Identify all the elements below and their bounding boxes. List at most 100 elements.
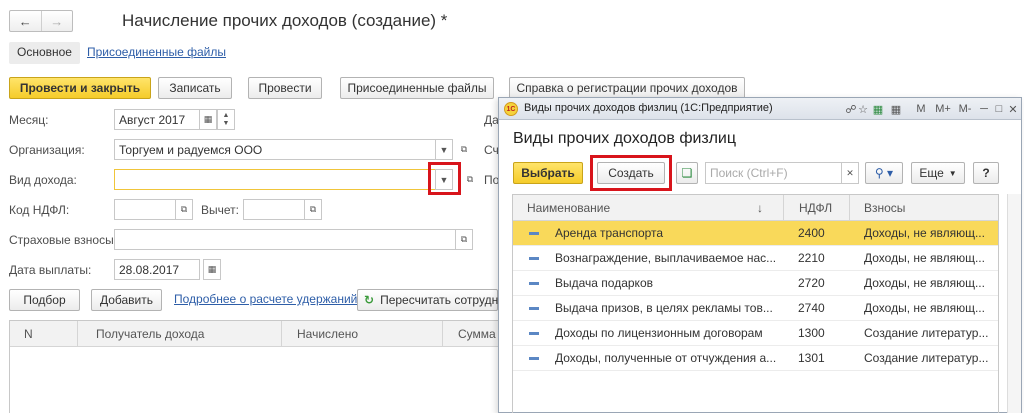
- post-and-close-button[interactable]: Провести и закрыть: [9, 77, 151, 99]
- month-stepper[interactable]: ▲ ▼: [217, 109, 235, 130]
- more-button[interactable]: Еще ▼: [911, 162, 965, 184]
- row-contrib: Создание литератур...: [864, 351, 989, 365]
- col-name[interactable]: Наименование: [527, 201, 610, 215]
- ndfl-code-open-icon[interactable]: ⧉: [175, 199, 193, 220]
- insurance-field[interactable]: [114, 229, 456, 250]
- item-marker-icon: [529, 307, 539, 310]
- ndfl-code-label: Код НДФЛ:: [9, 203, 70, 217]
- pay-date-label: Дата выплаты:: [9, 263, 92, 277]
- star-icon[interactable]: ☆: [856, 102, 870, 116]
- page-title: Начисление прочих доходов (создание) *: [122, 11, 448, 30]
- table-row[interactable]: Аренда транспорта 2400 Доходы, не являющ…: [513, 221, 998, 246]
- popup-heading: Виды прочих доходов физлиц: [513, 130, 737, 147]
- memory-m-icon[interactable]: M: [915, 102, 927, 116]
- tab-attached-files[interactable]: Присоединенные файлы: [87, 45, 226, 59]
- col-recipient[interactable]: Получатель дохода: [96, 327, 204, 341]
- row-ndfl: 2720: [798, 276, 825, 290]
- save-button[interactable]: Записать: [158, 77, 232, 99]
- minimize-icon[interactable]: ─: [978, 102, 990, 116]
- col-amount[interactable]: Сумма: [458, 327, 496, 341]
- income-types-window: 1С Виды прочих доходов физлиц (1С:Предпр…: [498, 97, 1022, 413]
- table-row[interactable]: Вознаграждение, выплачиваемое нас... 221…: [513, 246, 998, 271]
- back-button[interactable]: ←: [10, 11, 42, 31]
- income-types-table: Наименование ↓ НДФЛ Взносы Аренда трансп…: [512, 194, 999, 413]
- row-name: Доходы по лицензионным договорам: [555, 326, 763, 340]
- table-scrollbar[interactable]: [1007, 194, 1021, 413]
- deductions-details-link[interactable]: Подробнее о расчете удержаний: [174, 292, 357, 306]
- insurance-open-icon[interactable]: ⧉: [455, 229, 473, 250]
- organization-open-icon[interactable]: ⧉: [455, 139, 473, 160]
- nav-arrows: ← →: [9, 10, 73, 32]
- col-ndfl[interactable]: НДФЛ: [799, 201, 832, 215]
- table-row[interactable]: Выдача призов, в целях рекламы тов... 27…: [513, 296, 998, 321]
- attached-files-button[interactable]: Присоединенные файлы: [340, 77, 494, 99]
- row-name: Аренда транспорта: [555, 226, 664, 240]
- insurance-label: Страховые взносы:: [9, 233, 118, 247]
- tab-main[interactable]: Основное: [9, 42, 80, 64]
- copy-icon[interactable]: ❏: [676, 162, 698, 184]
- pay-date-field[interactable]: 28.08.2017: [114, 259, 200, 280]
- ndfl-code-field[interactable]: [114, 199, 176, 220]
- table-row[interactable]: Доходы по лицензионным договорам 1300 Со…: [513, 321, 998, 346]
- income-type-open-icon[interactable]: ⧉: [461, 169, 479, 190]
- sort-down-icon: ↓: [757, 201, 763, 215]
- deduction-open-icon[interactable]: ⧉: [304, 199, 322, 220]
- recalculate-button[interactable]: ↻ Пересчитать сотрудн: [357, 289, 498, 311]
- row-contrib: Доходы, не являющ...: [864, 251, 985, 265]
- help-button[interactable]: ?: [973, 162, 999, 184]
- post-button[interactable]: Провести: [248, 77, 322, 99]
- recalculate-label: Пересчитать сотрудн: [380, 293, 499, 307]
- choose-button[interactable]: Выбрать: [513, 162, 583, 184]
- row-contrib: Доходы, не являющ...: [864, 226, 985, 240]
- close-icon[interactable]: ✕: [1007, 102, 1019, 116]
- grid-header: N Получатель дохода Начислено Сумма: [10, 321, 498, 347]
- row-ndfl: 2210: [798, 251, 825, 265]
- window-titlebar: 1С Виды прочих доходов физлиц (1С:Предпр…: [499, 98, 1021, 120]
- window-title: Виды прочих доходов физлиц (1С:Предприят…: [524, 102, 773, 114]
- more-label: Еще: [919, 166, 944, 180]
- select-button[interactable]: Подбор: [9, 289, 80, 311]
- col-contrib[interactable]: Взносы: [864, 201, 905, 215]
- calendar-icon[interactable]: ▦: [889, 102, 903, 116]
- search-button[interactable]: ⚲ ▾: [865, 162, 903, 184]
- income-reference-button[interactable]: Справка о регистрации прочих доходов: [509, 77, 745, 99]
- row-contrib: Создание литератур...: [864, 326, 989, 340]
- organization-label: Организация:: [9, 143, 85, 157]
- search-input[interactable]: Поиск (Ctrl+F): [705, 162, 842, 184]
- deduction-field[interactable]: [243, 199, 305, 220]
- month-field[interactable]: Август 2017: [114, 109, 200, 130]
- calculator-icon[interactable]: ▦: [871, 102, 885, 116]
- memory-minus-icon[interactable]: M-: [956, 102, 974, 116]
- organization-field[interactable]: Торгуем и радуемся ООО: [114, 139, 436, 160]
- row-ndfl: 1301: [798, 351, 825, 365]
- item-marker-icon: [529, 332, 539, 335]
- forward-button[interactable]: →: [42, 11, 73, 31]
- table-row[interactable]: Доходы, полученные от отчуждения а... 13…: [513, 346, 998, 371]
- item-marker-icon: [529, 257, 539, 260]
- create-highlight: [590, 155, 672, 191]
- row-name: Выдача призов, в целях рекламы тов...: [555, 301, 773, 315]
- deduction-label: Вычет:: [201, 203, 239, 217]
- col-accrued[interactable]: Начислено: [297, 327, 358, 341]
- row-contrib: Доходы, не являющ...: [864, 276, 985, 290]
- row-ndfl: 2740: [798, 301, 825, 315]
- search-clear-icon[interactable]: ✕: [841, 162, 859, 184]
- month-label: Месяц:: [9, 113, 49, 127]
- col-n[interactable]: N: [24, 327, 33, 341]
- chevron-down-icon: ▼: [948, 168, 957, 178]
- memory-plus-icon[interactable]: M+: [934, 102, 952, 116]
- table-row[interactable]: Выдача подарков 2720 Доходы, не являющ..…: [513, 271, 998, 296]
- income-type-field[interactable]: [114, 169, 436, 190]
- organization-dropdown[interactable]: ▼: [435, 139, 453, 160]
- item-marker-icon: [529, 357, 539, 360]
- app-logo-icon: 1С: [504, 102, 518, 116]
- row-contrib: Доходы, не являющ...: [864, 301, 985, 315]
- add-button[interactable]: Добавить: [91, 289, 162, 311]
- calendar-icon[interactable]: ▦: [199, 109, 217, 130]
- right-label-cut-2: Сч: [484, 143, 499, 157]
- right-label-cut-1: Да: [484, 113, 499, 127]
- maximize-icon[interactable]: □: [993, 102, 1005, 116]
- calendar-icon[interactable]: ▦: [203, 259, 221, 280]
- refresh-icon: ↻: [364, 293, 375, 307]
- dropdown-highlight: [428, 162, 461, 195]
